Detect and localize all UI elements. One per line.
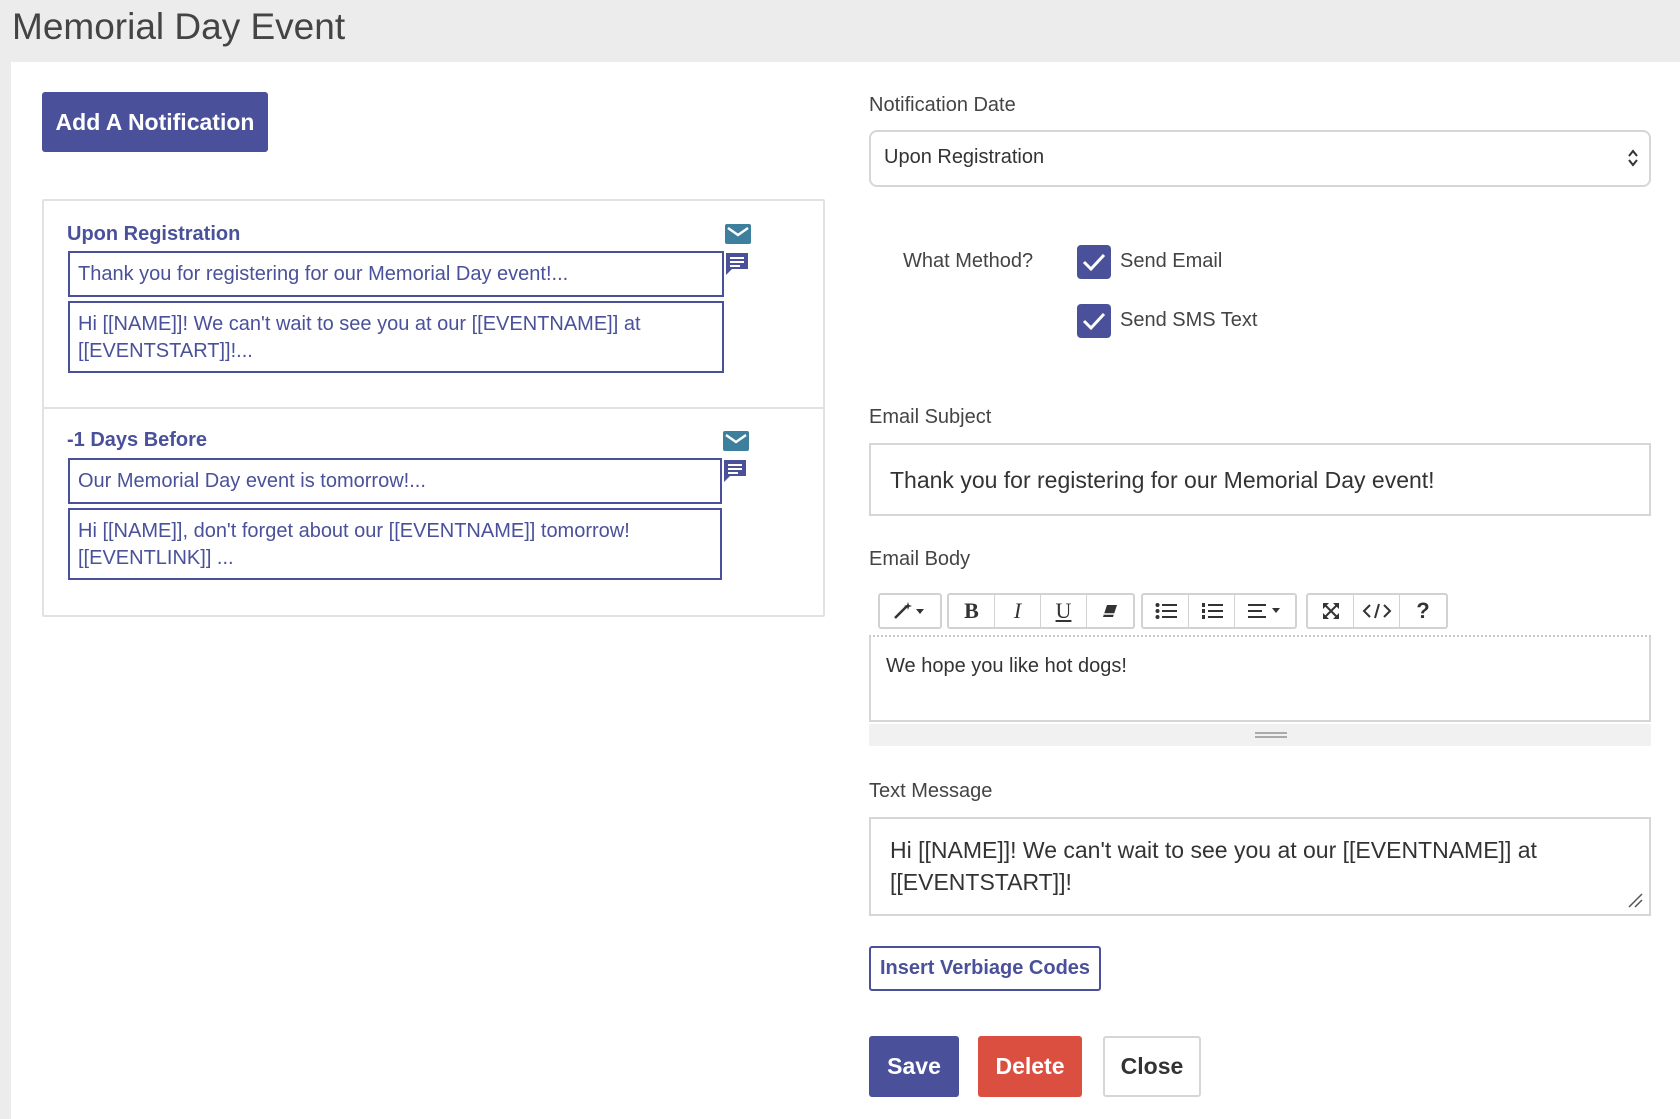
align-icon [1248, 604, 1280, 618]
email-subject-input[interactable]: Thank you for registering for our Memori… [869, 443, 1651, 516]
notification-list: Upon Registration Thank you for register… [42, 199, 825, 617]
align-dropdown-button[interactable] [1235, 595, 1295, 627]
chat-bubble-icon [724, 460, 746, 482]
close-button[interactable]: Close [1103, 1036, 1201, 1097]
text-message-value: Hi [[NAME]]! We can't wait to see you at… [890, 837, 1537, 895]
notification-date-label: Notification Date [869, 94, 1016, 116]
select-arrows-icon [1628, 149, 1638, 167]
toolbar-view-group: ? [1306, 593, 1448, 629]
text-message-textarea[interactable]: Hi [[NAME]]! We can't wait to see you at… [869, 817, 1651, 916]
insert-verbiage-codes-button[interactable]: Insert Verbiage Codes [869, 946, 1101, 991]
notification-item[interactable]: Upon Registration Thank you for register… [44, 201, 823, 409]
style-button[interactable] [880, 595, 940, 627]
notification-body-preview[interactable]: Hi [[NAME]]! We can't wait to see you at… [68, 301, 724, 373]
notification-date-value: Upon Registration [884, 146, 1045, 168]
expand-icon [1322, 603, 1339, 619]
unordered-list-button[interactable] [1143, 595, 1189, 627]
underline-button[interactable]: U [1041, 595, 1087, 627]
ordered-list-button[interactable] [1189, 595, 1235, 627]
send-sms-label[interactable]: Send SMS Text [1120, 309, 1257, 332]
bold-button[interactable]: B [949, 595, 995, 627]
eraser-button[interactable] [1087, 595, 1133, 627]
notification-date-select[interactable]: Upon Registration [869, 130, 1651, 187]
email-body-editor[interactable]: We hope you like hot dogs! [869, 635, 1651, 722]
italic-button[interactable]: I [995, 595, 1041, 627]
editor-resize-handle[interactable] [869, 724, 1651, 746]
text-message-label: Text Message [869, 780, 993, 802]
send-sms-checkbox[interactable] [1077, 304, 1111, 338]
envelope-icon [723, 431, 749, 451]
envelope-icon [725, 224, 751, 244]
send-email-checkbox[interactable] [1077, 245, 1111, 279]
fullscreen-button[interactable] [1308, 595, 1354, 627]
notification-subject-preview[interactable]: Our Memorial Day event is tomorrow!... [68, 458, 722, 504]
toolbar-font-group: B I U [947, 593, 1135, 629]
notification-title: Upon Registration [67, 223, 241, 245]
bullet-list-icon [1155, 603, 1177, 619]
chat-bubble-icon [726, 253, 748, 275]
email-body-label: Email Body [869, 548, 971, 570]
notification-subject-preview[interactable]: Thank you for registering for our Memori… [68, 251, 724, 297]
help-button[interactable]: ? [1400, 595, 1446, 627]
resize-grip-icon [1255, 732, 1287, 738]
numbered-list-icon [1201, 603, 1223, 619]
main-panel: Add A Notification Upon Registration Tha… [11, 62, 1680, 1119]
code-view-button[interactable] [1354, 595, 1400, 627]
toolbar-style-group [878, 593, 942, 629]
delete-button[interactable]: Delete [978, 1036, 1082, 1097]
magic-wand-icon [894, 602, 924, 619]
email-subject-label: Email Subject [869, 406, 992, 428]
page-header: Memorial Day Event [0, 0, 1680, 62]
checkmark-icon [1082, 253, 1106, 272]
notification-title: -1 Days Before [67, 429, 208, 451]
eraser-icon [1103, 605, 1117, 617]
save-button[interactable]: Save [869, 1036, 959, 1097]
add-notification-button[interactable]: Add A Notification [42, 92, 268, 152]
notification-body-preview[interactable]: Hi [[NAME]], don't forget about our [[EV… [68, 508, 722, 580]
toolbar-paragraph-group [1141, 593, 1297, 629]
checkmark-icon [1082, 312, 1106, 331]
page-title: Memorial Day Event [12, 6, 346, 47]
notification-item[interactable]: -1 Days Before Our Memorial Day event is… [44, 409, 823, 615]
method-label: What Method? [903, 250, 1034, 272]
code-icon [1362, 603, 1391, 619]
textarea-resize-icon [1628, 893, 1643, 908]
send-email-label[interactable]: Send Email [1120, 250, 1222, 273]
